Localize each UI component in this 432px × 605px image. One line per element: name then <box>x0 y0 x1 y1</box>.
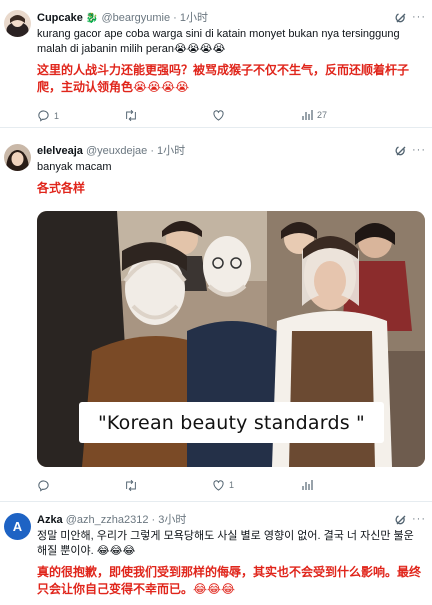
more-icon[interactable]: ··· <box>412 144 426 156</box>
tweet-text: 정말 미안해, 우리가 그렇게 모욕당해도 사실 별로 영향이 없어. 결국 너… <box>37 530 414 557</box>
timestamp[interactable]: · 3小时 <box>152 514 187 526</box>
tweet-text: kurang gacor ape coba warga sini di kata… <box>37 28 400 55</box>
tweet-image[interactable]: "Korean beauty standards " <box>37 211 425 467</box>
more-icon[interactable]: ··· <box>412 11 426 23</box>
reply-button[interactable] <box>37 479 54 492</box>
reply-icon <box>38 110 49 122</box>
like-count: 1 <box>229 480 235 490</box>
tweet-header: elelveaja @yeuxdejae · 1小时 <box>37 144 185 158</box>
grok-icon[interactable] <box>394 513 408 527</box>
grok-icon[interactable] <box>394 11 408 25</box>
like-button[interactable] <box>212 109 229 121</box>
display-name[interactable]: elelveaja <box>37 145 83 157</box>
tweet-azka[interactable]: A Azka @azh_zzha2312 · 3小时 ··· 정말 미안해, 우… <box>0 502 432 605</box>
like-button[interactable]: 1 <box>212 479 234 491</box>
views-icon <box>302 110 313 120</box>
user-handle[interactable]: @yeuxdejae <box>86 145 147 157</box>
user-handle[interactable]: @beargyumie <box>101 12 170 24</box>
avatar-photo-icon <box>4 144 31 171</box>
avatar[interactable]: A <box>4 513 31 540</box>
display-name[interactable]: Cupcake <box>37 12 83 24</box>
reply-count: 1 <box>54 110 60 121</box>
tweet-actions: 1 27 <box>37 109 422 125</box>
like-icon <box>213 110 224 121</box>
views-button[interactable] <box>301 479 313 491</box>
tweet-text: banyak macam <box>37 161 112 173</box>
image-caption-box: "Korean beauty standards " <box>79 402 384 443</box>
retweet-icon <box>126 479 136 492</box>
views-icon <box>302 480 313 490</box>
view-count: 27 <box>317 110 328 120</box>
translation-text: 这里的人战斗力还能更强吗？被骂成猴子不仅不生气，反而还顺着杆子爬，主动认领角色😭… <box>37 63 410 94</box>
user-handle[interactable]: @azh_zzha2312 <box>66 514 149 526</box>
grok-icon[interactable] <box>394 144 408 158</box>
retweet-button[interactable] <box>124 109 142 122</box>
translation-text: 真的很抱歉，即使我们受到那样的侮辱，其实也不会受到什么影响。最终只会让你自己变得… <box>37 565 422 596</box>
more-icon[interactable]: ··· <box>412 513 426 525</box>
timestamp[interactable]: · 1小时 <box>173 12 208 24</box>
tweet-elelveaja[interactable]: elelveaja @yeuxdejae · 1小时 ··· banyak ma… <box>0 128 432 502</box>
image-caption: "Korean beauty standards " <box>97 411 365 434</box>
reply-icon <box>38 480 49 492</box>
tweet-cupcake[interactable]: Cupcake 🐉 @beargyumie · 1小时 ··· kurang g… <box>0 0 432 128</box>
retweet-button[interactable] <box>124 479 142 492</box>
tweet-header: Azka @azh_zzha2312 · 3小时 <box>37 513 186 527</box>
timestamp[interactable]: · 1小时 <box>150 145 185 157</box>
retweet-icon <box>126 109 136 122</box>
username-emoji: 🐉 <box>85 13 99 24</box>
display-name[interactable]: Azka <box>37 514 63 526</box>
tweet-actions: 1 <box>37 479 422 495</box>
avatar[interactable] <box>4 144 31 171</box>
avatar-photo-icon <box>4 10 31 37</box>
tweet-header: Cupcake 🐉 @beargyumie · 1小时 <box>37 11 208 26</box>
avatar[interactable] <box>4 10 31 37</box>
translation-text: 各式各样 <box>37 181 86 195</box>
views-button[interactable]: 27 <box>301 109 327 121</box>
like-icon <box>213 480 224 491</box>
reply-button[interactable]: 1 <box>37 109 59 122</box>
